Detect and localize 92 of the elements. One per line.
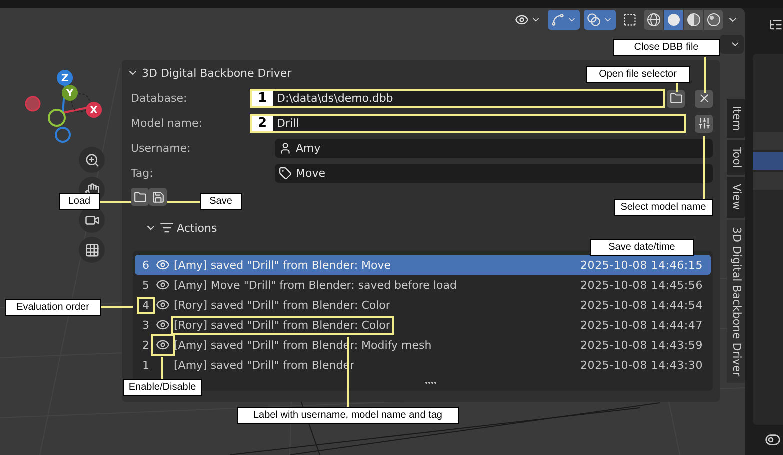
tag-icon — [279, 167, 292, 180]
section-title: Actions — [177, 222, 218, 234]
action-row[interactable]: 5 [Amy] Move "Drill" from Blender: saved before load 2025-10-08 14:45:56 — [135, 275, 711, 295]
close-button[interactable] — [695, 90, 713, 108]
user-icon — [279, 142, 292, 155]
sliders-icon — [698, 117, 710, 130]
order-number: 4 — [139, 298, 153, 312]
leader-line — [703, 136, 705, 199]
callout-number: 1 — [252, 91, 274, 106]
sidebar-tab[interactable]: 3D Digital Backbone Driver — [727, 220, 745, 384]
folder-icon — [134, 190, 146, 204]
header-toggle[interactable] — [548, 10, 580, 30]
eye-icon — [515, 13, 529, 27]
action-row[interactable]: 3 [Rory] saved "Drill" from Blender: Color 2025-10-08 14:44:47 — [135, 315, 711, 335]
grid-icon — [84, 242, 100, 258]
leader-line — [161, 357, 163, 379]
toggle-icon[interactable] — [765, 432, 781, 448]
field-label: Model name: — [131, 117, 204, 130]
input-field[interactable]: 2 Drill — [250, 114, 686, 133]
sphere-icon — [646, 13, 660, 27]
callout-number: 2 — [252, 116, 274, 131]
input-field[interactable]: Move — [275, 164, 713, 183]
order-number: 6 — [142, 258, 150, 272]
annotation-tooltip: Select model name — [614, 199, 713, 216]
sidebar-tab[interactable]: View — [727, 177, 745, 218]
action-label: [Amy] saved "Drill" from Blender: Move — [173, 258, 392, 272]
annotation-tooltip: Enable/Disable — [123, 379, 202, 396]
save-button[interactable] — [149, 188, 167, 206]
overlay-icon — [587, 13, 601, 27]
viewport[interactable] — [0, 8, 745, 455]
annotation-tooltip: Save — [200, 193, 242, 210]
field-label: Username: — [131, 142, 192, 155]
annotation-tooltip: Open file selector — [586, 66, 690, 83]
sphere-icon — [706, 13, 720, 27]
zoom-icon — [84, 152, 100, 168]
annotation-tooltip: Close DBB file — [613, 39, 720, 56]
leader-line — [347, 337, 349, 407]
annotation-tooltip: Load — [59, 193, 100, 210]
action-time: 2025-10-08 14:45:56 — [580, 278, 703, 292]
order-number: 5 — [142, 278, 150, 292]
input-field[interactable]: 1 D:\data\ds\demo.dbb — [250, 89, 665, 108]
sphere-icon — [666, 13, 680, 27]
annotation-tooltip: Save date/time — [590, 239, 694, 256]
leader-line — [100, 201, 131, 203]
action-time: 2025-10-08 14:46:15 — [580, 258, 703, 272]
list-icon — [160, 221, 174, 235]
annotation-tooltip: Label with username, model name and tag — [237, 407, 459, 424]
leader-line — [101, 306, 133, 308]
leader-line — [704, 57, 706, 93]
folder-button[interactable] — [667, 90, 685, 108]
action-row[interactable]: 6 [Amy] saved "Drill" from Blender: Move 2025-10-08 14:46:15 — [135, 255, 711, 275]
annotation-tooltip: Evaluation order — [5, 299, 101, 316]
shading-button[interactable] — [704, 10, 723, 30]
action-label: [Amy] Move "Drill" from Blender: saved before load — [173, 278, 458, 292]
shading-button[interactable] — [664, 10, 683, 30]
sidebar-tab[interactable]: Item — [727, 99, 745, 138]
load-button[interactable] — [131, 188, 149, 206]
input-field[interactable]: Amy — [275, 139, 713, 158]
save-icon — [152, 190, 164, 204]
leader-line — [167, 201, 200, 203]
axis-handle[interactable]: Z — [57, 70, 73, 86]
zoom-button[interactable] — [79, 147, 105, 173]
action-time: 2025-10-08 14:43:59 — [580, 338, 703, 352]
axis-handle[interactable]: X — [86, 102, 102, 118]
close-icon — [698, 92, 710, 105]
action-label: [Rory] saved "Drill" from Blender: Color — [173, 298, 392, 312]
order-number: 3 — [142, 318, 150, 332]
eye-icon[interactable] — [153, 336, 173, 354]
action-time: 2025-10-08 14:44:54 — [580, 298, 703, 312]
order-number: 1 — [142, 358, 150, 372]
action-time: 2025-10-08 14:43:30 — [580, 358, 703, 372]
axis-lines-drawing — [25, 86, 90, 143]
panel-title: 3D Digital Backbone Driver — [142, 66, 292, 80]
grid-button[interactable] — [79, 237, 105, 263]
field-label: Database: — [131, 92, 188, 105]
action-time: 2025-10-08 14:44:47 — [580, 318, 703, 332]
header-toggle[interactable] — [584, 10, 616, 30]
shading-button[interactable] — [684, 10, 703, 30]
sphere-icon — [686, 13, 700, 27]
order-number: 2 — [142, 338, 150, 352]
outliner-icon[interactable] — [769, 18, 783, 32]
sidebar-tab[interactable]: Tool — [727, 140, 745, 176]
xray-icon — [623, 13, 637, 27]
sliders-button[interactable] — [695, 114, 713, 132]
folder-icon — [670, 92, 682, 105]
action-row[interactable]: 4 [Rory] saved "Drill" from Blender: Color 2025-10-08 14:44:54 — [135, 295, 711, 315]
action-label: [Rory] saved "Drill" from Blender: Color — [173, 318, 392, 332]
camera-button[interactable] — [79, 207, 105, 233]
shading-button[interactable] — [644, 10, 663, 30]
resize-grip[interactable] — [425, 381, 437, 385]
gizmo-icon — [551, 13, 565, 27]
field-label: Tag: — [131, 167, 154, 180]
